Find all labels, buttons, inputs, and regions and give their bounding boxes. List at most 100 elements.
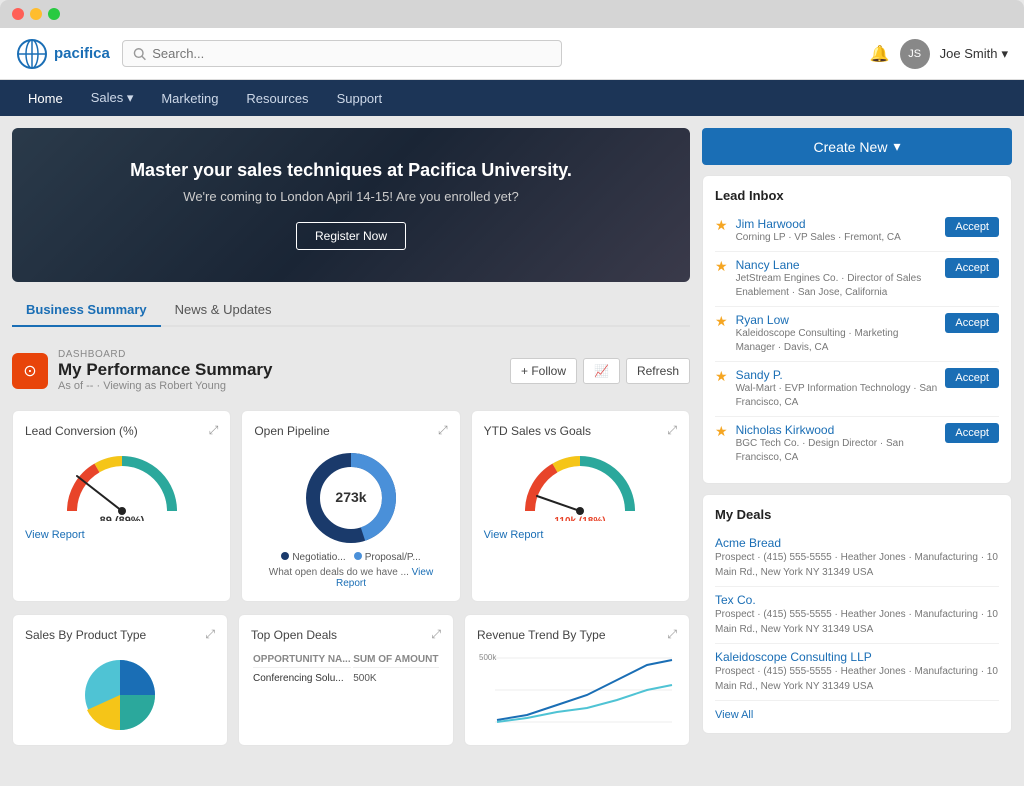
lead-star-icon: ★ (715, 423, 728, 440)
revenue-line-svg: 500k (477, 650, 677, 730)
open-pipeline-expand-icon[interactable]: ⤢ (438, 423, 448, 438)
deal-company-tex[interactable]: Tex Co. (715, 593, 999, 607)
dashboard-subtitle: As of -- · Viewing as Robert Young (58, 380, 500, 392)
maximize-dot[interactable] (48, 8, 60, 20)
accept-nancy-button[interactable]: Accept (945, 258, 999, 278)
open-pipeline-title: Open Pipeline ⤢ (254, 423, 447, 438)
lead-conversion-view-report[interactable]: View Report (25, 529, 218, 541)
lead-name-nancy[interactable]: Nancy Lane (736, 258, 938, 272)
nav-item-support[interactable]: Support (325, 85, 395, 112)
lead-conversion-title: Lead Conversion (%) ⤢ (25, 423, 218, 438)
search-input[interactable] (152, 46, 551, 61)
lead-info-ryan: Ryan Low Kaleidoscope Consulting · Marke… (736, 313, 938, 355)
user-name-label: Joe Smith (940, 46, 998, 61)
logo[interactable]: pacifica (16, 38, 110, 70)
create-new-button[interactable]: Create New ▾ (702, 128, 1012, 165)
nav-item-home[interactable]: Home (16, 85, 75, 112)
lead-details-jim: Corning LP · VP Sales · Fremont, CA (736, 231, 938, 245)
accept-nicholas-button[interactable]: Accept (945, 423, 999, 443)
lead-name-nicholas[interactable]: Nicholas Kirkwood (736, 423, 938, 437)
deal-row-1: Conferencing Solu... 500K (253, 670, 439, 687)
tab-news-updates[interactable]: News & Updates (161, 294, 286, 327)
deal-details-tex: Prospect · (415) 555-5555 · Heather Jone… (715, 607, 999, 637)
tab-business-summary[interactable]: Business Summary (12, 294, 161, 327)
lead-name-jim[interactable]: Jim Harwood (736, 217, 938, 231)
ytd-sales-expand-icon[interactable]: ⤢ (667, 423, 677, 438)
lead-star-icon: ★ (715, 258, 728, 275)
svg-text:89 (89%): 89 (89%) (99, 515, 144, 521)
lead-item-sandy: ★ Sandy P. Wal-Mart · EVP Information Te… (715, 362, 999, 417)
view-all-deals-link[interactable]: View All (715, 709, 999, 721)
pipeline-view-report[interactable]: View Report (336, 567, 433, 589)
top-open-deals-title: Top Open Deals ⤢ (251, 627, 441, 642)
lead-item-nancy-lane: ★ Nancy Lane JetStream Engines Co. · Dir… (715, 252, 999, 307)
lead-info-nancy: Nancy Lane JetStream Engines Co. · Direc… (736, 258, 938, 300)
deal-item-tex: Tex Co. Prospect · (415) 555-5555 · Heat… (715, 587, 999, 644)
lead-info-sandy: Sandy P. Wal-Mart · EVP Information Tech… (736, 368, 938, 410)
hero-subtext: We're coming to London April 14-15! Are … (183, 189, 518, 204)
accept-sandy-button[interactable]: Accept (945, 368, 999, 388)
minimize-dot[interactable] (30, 8, 42, 20)
lead-conversion-gauge: 89 (89%) 167 to 1000 (25, 446, 218, 521)
accept-ryan-button[interactable]: Accept (945, 313, 999, 333)
lead-conversion-card: Lead Conversion (%) ⤢ (12, 410, 231, 602)
revenue-trend-title: Revenue Trend By Type ⤢ (477, 627, 677, 642)
revenue-trend-expand-icon[interactable]: ⤢ (667, 627, 677, 642)
follow-button[interactable]: + Follow (510, 358, 577, 384)
dashboard-actions: + Follow 📈 Refresh (510, 358, 690, 384)
kpi-grid: Lead Conversion (%) ⤢ (12, 410, 690, 602)
sales-by-product-chart (25, 650, 215, 730)
pipeline-note: What open deals do we have ... View Repo… (254, 567, 447, 589)
lead-item-jim-harwood: ★ Jim Harwood Corning LP · VP Sales · Fr… (715, 211, 999, 252)
lead-inbox-title: Lead Inbox (715, 188, 999, 203)
deal-company-acme[interactable]: Acme Bread (715, 536, 999, 550)
sales-by-product-expand-icon[interactable]: ⤢ (205, 627, 215, 642)
avatar[interactable]: JS (900, 39, 930, 69)
chart-button[interactable]: 📈 (583, 358, 620, 384)
refresh-label: Refresh (637, 364, 679, 378)
top-open-deals-expand-icon[interactable]: ⤢ (431, 627, 441, 642)
svg-text:110k (18%): 110k (18%) (555, 516, 606, 521)
dashboard-icon: ⊙ (12, 353, 48, 389)
deal-item-acme: Acme Bread Prospect · (415) 555-5555 · H… (715, 530, 999, 587)
lead-conversion-gauge-svg: 89 (89%) 167 to 1000 (57, 446, 187, 521)
nav-item-resources[interactable]: Resources (234, 85, 320, 112)
search-icon (133, 47, 146, 61)
lead-inbox-section: Lead Inbox ★ Jim Harwood Corning LP · VP… (702, 175, 1012, 484)
lead-conversion-expand-icon[interactable]: ⤢ (209, 423, 219, 438)
user-menu[interactable]: Joe Smith ▾ (940, 46, 1008, 62)
sales-pie-svg (75, 650, 165, 730)
nav-item-sales[interactable]: Sales ▾ (79, 84, 146, 112)
main-nav: Home Sales ▾ Marketing Resources Support (0, 80, 1024, 116)
refresh-button[interactable]: Refresh (626, 358, 690, 384)
left-column: Master your sales techniques at Pacifica… (12, 128, 690, 746)
ytd-sales-gauge-svg: 110k (18%) 10 to 2000 (515, 446, 645, 521)
lead-star-icon: ★ (715, 368, 728, 385)
deals-col-amount: SUM OF AMOUNT (353, 652, 439, 668)
deal-company-kaleidoscope[interactable]: Kaleidoscope Consulting LLP (715, 650, 999, 664)
lead-item-nicholas: ★ Nicholas Kirkwood BGC Tech Co. · Desig… (715, 417, 999, 471)
register-now-button[interactable]: Register Now (296, 222, 406, 250)
open-pipeline-donut-svg: 273k (291, 446, 411, 546)
deal-name-1[interactable]: Conferencing Solu... (253, 670, 351, 687)
revenue-trend-chart: 500k (477, 650, 677, 733)
lead-name-sandy[interactable]: Sandy P. (736, 368, 938, 382)
ytd-sales-card: YTD Sales vs Goals ⤢ 110k (18%) (471, 410, 690, 602)
svg-text:273k: 273k (335, 489, 366, 505)
logo-globe-icon (16, 38, 48, 70)
open-pipeline-donut: 273k Negotiatio... Proposal/P... What op… (254, 446, 447, 589)
close-dot[interactable] (12, 8, 24, 20)
follow-label: + Follow (521, 364, 566, 378)
lead-star-icon: ★ (715, 217, 728, 234)
bottom-cards-grid: Sales By Product Type ⤢ (12, 614, 690, 746)
ytd-sales-view-report[interactable]: View Report (484, 529, 677, 541)
notifications-bell-icon[interactable]: 🔔 (870, 44, 890, 64)
sales-by-product-title: Sales By Product Type ⤢ (25, 627, 215, 642)
lead-name-ryan[interactable]: Ryan Low (736, 313, 938, 327)
nav-item-marketing[interactable]: Marketing (149, 85, 230, 112)
search-bar[interactable] (122, 40, 562, 67)
user-dropdown-icon: ▾ (1001, 46, 1008, 62)
my-deals-title: My Deals (715, 507, 999, 522)
deals-col-name: OPPORTUNITY NA... (253, 652, 351, 668)
accept-jim-button[interactable]: Accept (945, 217, 999, 237)
